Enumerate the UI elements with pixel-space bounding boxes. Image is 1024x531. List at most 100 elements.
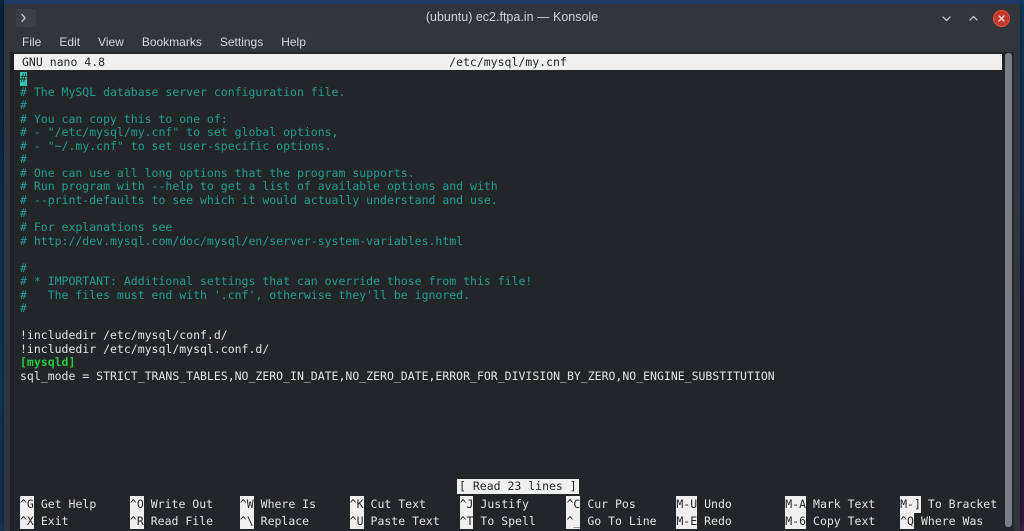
editor-line-text: # bbox=[20, 152, 27, 167]
nano-shortcut-key: ^T bbox=[459, 512, 474, 529]
nano-shortcut-key: ^C bbox=[566, 496, 581, 513]
nano-shortcut-write-out[interactable]: ^O Write Out bbox=[129, 496, 240, 513]
terminal-left-gutter bbox=[10, 52, 14, 531]
menu-item-view[interactable]: View bbox=[89, 33, 133, 51]
menu-item-edit[interactable]: Edit bbox=[50, 33, 89, 51]
terminal-screen[interactable]: GNU nano 4.8 /etc/mysql/my.cnf # # The My… bbox=[10, 52, 1014, 531]
nano-shortcut-cut-text[interactable]: ^K Cut Text bbox=[349, 496, 460, 513]
nano-shortcut-row-1: ^G Get Help ^O Write Out ^W Where Is ^K Cut Tex… bbox=[20, 496, 1010, 513]
editor-line: # http://dev.mysql.com/doc/mysql/en/serv… bbox=[20, 233, 1000, 249]
nano-shortcut-key: ^U bbox=[349, 512, 364, 529]
editor-line-text bbox=[20, 315, 27, 329]
editor-line: # - "~/.my.cnf" to set user-specific opt… bbox=[20, 139, 1000, 154]
nano-shortcut-label: Paste Text bbox=[370, 513, 440, 528]
editor-line-text: # bbox=[20, 301, 27, 316]
editor-line-text bbox=[20, 247, 27, 261]
editor-line: !includedir /etc/mysql/mysql.conf.d/ bbox=[20, 341, 1000, 357]
konsole-prompt-icon[interactable] bbox=[16, 9, 36, 27]
editor-line: # --print-defaults to see which it would… bbox=[20, 192, 1000, 208]
window-title: (ubuntu) ec2.ftpa.in — Konsole bbox=[425, 10, 599, 24]
nano-shortcut-label: Copy Text bbox=[813, 513, 876, 528]
nano-shortcut-redo[interactable]: M-E Redo bbox=[676, 512, 785, 529]
editor-line-text: # http://dev.mysql.com/doc/mysql/en/serv… bbox=[20, 233, 464, 248]
nano-shortcut-key: ^W bbox=[239, 496, 254, 513]
editor-line: # You can copy this to one of: bbox=[20, 111, 1000, 127]
nano-shortcut-key: ^K bbox=[349, 496, 364, 513]
editor-line: # The files must end with '.cnf', otherw… bbox=[20, 288, 1000, 303]
nano-shortcut-to-spell[interactable]: ^T To Spell bbox=[459, 512, 567, 529]
window-titlebar[interactable]: (ubuntu) ec2.ftpa.in — Konsole bbox=[4, 4, 1020, 31]
menu-item-settings[interactable]: Settings bbox=[211, 33, 272, 51]
nano-shortcut-undo[interactable]: M-U Undo bbox=[676, 496, 785, 513]
menu-item-bookmarks[interactable]: Bookmarks bbox=[133, 33, 211, 51]
editor-line-text: # You can copy this to one of: bbox=[20, 111, 228, 126]
terminal-scrollbar-thumb[interactable] bbox=[1005, 53, 1012, 528]
editor-line-text: # For explanations see bbox=[20, 220, 173, 235]
nano-editor-text[interactable]: # # The MySQL database server configurati… bbox=[20, 71, 1000, 512]
editor-line: # bbox=[20, 71, 1000, 86]
nano-shortcut-to-bracket[interactable]: M-] To Bracket bbox=[900, 496, 1010, 513]
editor-line: # Run program with --help to get a list … bbox=[20, 180, 1000, 194]
nano-shortcut-get-help[interactable]: ^G Get Help bbox=[20, 496, 130, 513]
editor-line: # bbox=[20, 302, 1000, 316]
nano-shortcut-mark-text[interactable]: M-A Mark Text bbox=[785, 496, 900, 513]
editor-line-text: # One can use all long options that the … bbox=[20, 165, 415, 180]
nano-shortcut-bar: ^G Get Help ^O Write Out ^W Where Is ^K Cut Tex… bbox=[20, 496, 1010, 530]
nano-shortcut-label: Write Out bbox=[150, 497, 214, 511]
nano-status-message: [ Read 23 lines ] bbox=[457, 479, 579, 494]
editor-line-text: [mysqld] bbox=[20, 355, 76, 370]
nano-header-bar: GNU nano 4.8 /etc/mysql/my.cnf bbox=[14, 54, 1002, 70]
nano-shortcut-label: To Bracket bbox=[927, 497, 998, 511]
nano-shortcut-label: Justify bbox=[480, 497, 529, 511]
chevron-down-icon[interactable] bbox=[939, 11, 954, 26]
nano-shortcut-cur-pos[interactable]: ^C Cur Pos bbox=[566, 496, 676, 513]
editor-line: # * IMPORTANT: Additional settings that … bbox=[20, 274, 1000, 289]
chevron-up-icon[interactable] bbox=[966, 11, 981, 26]
nano-shortcut-key: M-U bbox=[676, 496, 698, 513]
editor-line-text: # bbox=[20, 260, 27, 275]
nano-shortcut-label: Go To Line bbox=[587, 513, 657, 528]
editor-line-text: sql_mode = STRICT_TRANS_TABLES,NO_ZERO_I… bbox=[20, 369, 775, 384]
editor-line-text: !includedir /etc/mysql/conf.d/ bbox=[20, 328, 228, 343]
nano-shortcut-where-was[interactable]: ^Q Where Was bbox=[900, 512, 1010, 529]
nano-shortcut-label: Cur Pos bbox=[587, 497, 636, 511]
nano-shortcut-key: ^O bbox=[129, 496, 144, 513]
editor-line: # One can use all long options that the … bbox=[20, 165, 1000, 181]
editor-line: # bbox=[20, 260, 1000, 276]
nano-filename-label: /etc/mysql/my.cnf bbox=[449, 55, 567, 69]
nano-shortcut-go-to-line[interactable]: ^_ Go To Line bbox=[566, 512, 676, 529]
editor-line-text: # * IMPORTANT: Additional settings that … bbox=[20, 274, 533, 289]
editor-line-text: # The MySQL database server configuratio… bbox=[20, 84, 346, 99]
menu-item-help[interactable]: Help bbox=[272, 33, 315, 51]
nano-shortcut-where-is[interactable]: ^W Where Is bbox=[239, 496, 350, 513]
menu-item-file[interactable]: File bbox=[13, 33, 50, 51]
editor-line: # The MySQL database server configuratio… bbox=[20, 84, 1000, 100]
editor-line-text: # --print-defaults to see which it would… bbox=[20, 192, 498, 207]
nano-shortcut-label: Undo bbox=[704, 497, 732, 511]
nano-shortcut-key: ^G bbox=[20, 496, 34, 513]
nano-shortcut-label: Exit bbox=[40, 513, 69, 528]
editor-line: # bbox=[20, 98, 1000, 113]
editor-line bbox=[20, 316, 1000, 330]
editor-line: # For explanations see bbox=[20, 220, 1000, 235]
editor-line: # bbox=[20, 153, 1000, 167]
editor-line-text: # Run program with --help to get a list … bbox=[20, 179, 498, 194]
nano-shortcut-key: ^X bbox=[20, 512, 34, 529]
editor-line-text: !includedir /etc/mysql/mysql.conf.d/ bbox=[20, 341, 270, 356]
text-cursor: # bbox=[20, 71, 27, 86]
nano-shortcut-row-2: ^X Exit ^R Read File ^\ Replace ^U Paste Text ^T… bbox=[20, 512, 1010, 529]
nano-shortcut-justify[interactable]: ^J Justify bbox=[459, 496, 567, 513]
nano-shortcut-exit[interactable]: ^X Exit bbox=[20, 512, 130, 529]
nano-shortcut-paste-text[interactable]: ^U Paste Text bbox=[349, 512, 460, 529]
nano-shortcut-read-file[interactable]: ^R Read File bbox=[129, 512, 240, 529]
nano-shortcut-label: Where Is bbox=[260, 497, 317, 511]
close-icon[interactable] bbox=[993, 9, 1010, 27]
konsole-window: (ubuntu) ec2.ftpa.in — Konsole File Edit bbox=[4, 0, 1020, 531]
editor-line-text: # bbox=[20, 206, 27, 221]
terminal-scrollbar[interactable] bbox=[1003, 52, 1014, 531]
nano-shortcut-replace[interactable]: ^\ Replace bbox=[239, 512, 350, 529]
nano-shortcut-label: Read File bbox=[150, 513, 214, 528]
nano-shortcut-copy-text[interactable]: M-6 Copy Text bbox=[785, 512, 900, 529]
nano-shortcut-key: M-6 bbox=[785, 512, 807, 529]
nano-shortcut-key: ^\ bbox=[239, 512, 254, 529]
